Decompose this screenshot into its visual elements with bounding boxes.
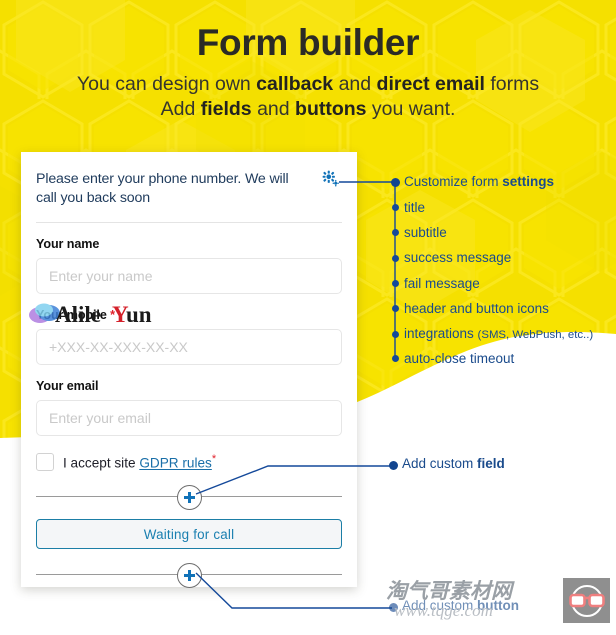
annotation-fail-message: fail message (404, 276, 480, 291)
annotation-text: Customize form (404, 174, 503, 189)
annotation-bullet (391, 178, 400, 187)
annotation-text-bold: field (477, 456, 505, 471)
annotation-success-message: success message (404, 250, 512, 265)
annotation-subtitle: subtitle (404, 225, 447, 240)
glasses-icon (568, 584, 605, 617)
annotation-text: integrations (404, 326, 478, 341)
annotation-customize-settings: Customize form settings (404, 174, 554, 189)
annotation-bullet (392, 331, 399, 338)
annotation-bullet (392, 255, 399, 262)
annotation-header-button-icons: header and button icons (404, 301, 549, 316)
annotation-title: title (404, 200, 426, 215)
annotation-text: Add custom (402, 598, 478, 613)
annotation-bullet (392, 355, 399, 362)
annotation-bullet (392, 305, 399, 312)
annotation-add-custom-field: Add custom field (402, 456, 505, 471)
annotation-bullet (392, 204, 399, 211)
annotation-add-custom-button: Add custom button (402, 598, 519, 613)
annotation-text: Add custom (402, 456, 478, 471)
annotation-bullet (392, 280, 399, 287)
screenshot-root: Form builder You can design own callback… (0, 0, 616, 635)
annotation-text-bold: button (477, 598, 520, 613)
annotation-text-bold: settings (502, 174, 555, 189)
annotation-layer: Customize form settings title subtitle s… (0, 0, 616, 635)
annotation-bullet (389, 461, 398, 470)
annotation-bullet (389, 603, 398, 612)
annotation-auto-close-timeout: auto-close timeout (404, 351, 515, 366)
annotation-bullet (392, 229, 399, 236)
annotation-text-small: (SMS, WebPush, etc..) (477, 329, 594, 341)
annotation-integrations: integrations (SMS, WebPush, etc..) (404, 326, 593, 341)
site-watermark-logo (563, 578, 610, 623)
